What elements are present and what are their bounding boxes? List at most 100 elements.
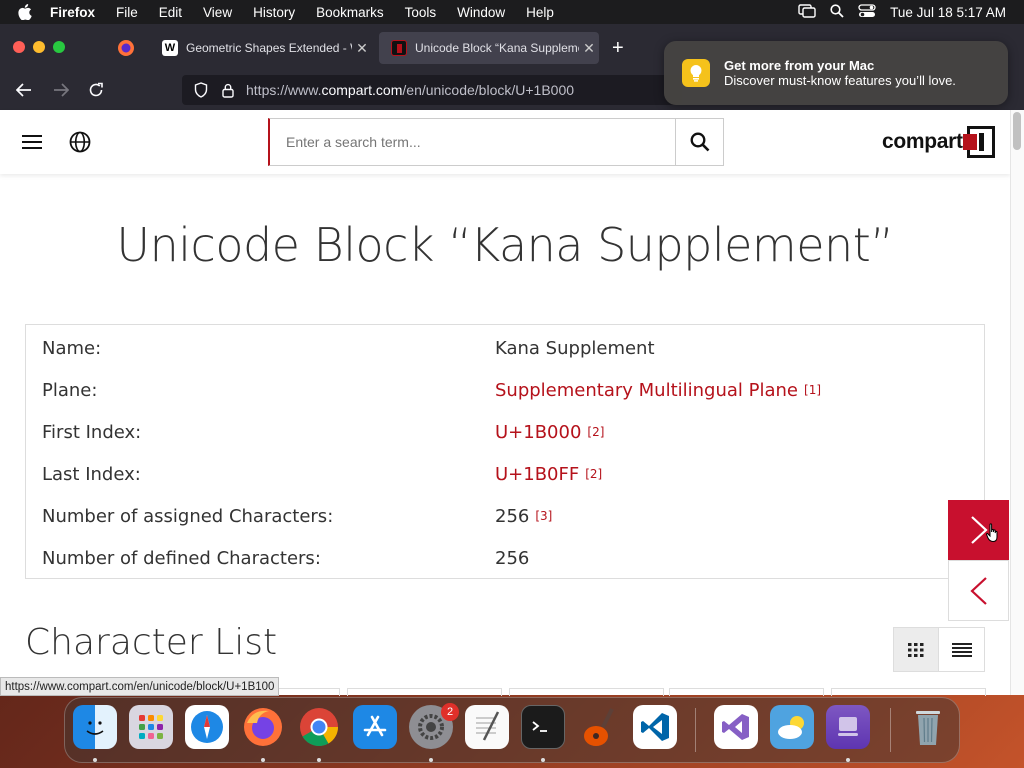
textedit-icon[interactable] [465, 705, 509, 749]
tab-kana-supplement[interactable]: Unicode Block “Kana Suppleme ✕ [379, 32, 599, 64]
menu-window[interactable]: Window [457, 5, 505, 20]
menu-help[interactable]: Help [526, 5, 554, 20]
info-value: 256 [495, 547, 530, 569]
visual-studio-icon[interactable] [714, 705, 758, 749]
firefox-icon[interactable] [241, 705, 285, 749]
terminal-icon[interactable] [521, 705, 565, 749]
lightbulb-icon [682, 59, 710, 87]
new-tab-icon[interactable]: + [612, 37, 624, 60]
simulator-icon[interactable] [826, 705, 870, 749]
character-grid-top [180, 688, 1010, 696]
url-domain: compart.com [321, 82, 403, 98]
safari-icon[interactable] [185, 705, 229, 749]
zoom-window-button[interactable] [53, 41, 65, 53]
page-title: Unicode Block “Kana Supplement” [116, 218, 894, 272]
notification-title: Get more from your Mac [724, 58, 875, 73]
site-search [268, 118, 724, 166]
info-row-first-index: First Index: U+1B000 [2] [42, 411, 604, 453]
info-value: 256 [495, 505, 530, 527]
tab-title: Geometric Shapes Extended - W [186, 41, 352, 55]
screen-mirroring-icon[interactable] [798, 3, 816, 21]
last-index-link[interactable]: U+1B0FF [495, 464, 579, 485]
first-index-link[interactable]: U+1B000 [495, 422, 581, 443]
info-label: Number of assigned Characters: [42, 505, 334, 527]
menu-file[interactable]: File [116, 5, 138, 20]
close-tab-icon[interactable]: ✕ [579, 40, 599, 57]
scrollbar-thumb[interactable] [1013, 112, 1021, 150]
app-store-icon[interactable] [353, 705, 397, 749]
address-bar[interactable]: https://www. compart.com/en/unicode/block… [182, 75, 682, 105]
reload-icon[interactable] [85, 80, 107, 100]
plane-link[interactable]: Supplementary Multilingual Plane [495, 380, 798, 401]
chevron-left-icon [969, 576, 987, 605]
url-path: /en/unicode/block/U+1B000 [402, 82, 575, 98]
notification-body: Discover must-know features you’ll love. [724, 73, 956, 88]
vscode-icon[interactable] [633, 705, 677, 749]
notification-banner[interactable]: Get more from your Mac Discover must-kno… [664, 41, 1008, 105]
trash-icon[interactable] [906, 705, 950, 749]
notification-badge: 2 [441, 703, 459, 721]
info-row-plane: Plane: Supplementary Multilingual Plane [… [42, 369, 821, 411]
globe-icon[interactable] [69, 131, 91, 158]
search-input[interactable] [270, 119, 675, 165]
grid-icon [908, 642, 924, 657]
footnote-ref[interactable]: [1] [804, 383, 821, 397]
info-value: Kana Supplement [495, 337, 655, 359]
close-window-button[interactable] [13, 41, 25, 53]
info-row-name: Name: Kana Supplement [42, 327, 655, 369]
info-label: First Index: [42, 421, 142, 443]
info-row-last-index: Last Index: U+1B0FF [2] [42, 453, 602, 495]
launchpad-icon[interactable] [129, 705, 173, 749]
info-row-assigned: Number of assigned Characters: 256 [3] [42, 495, 552, 537]
info-label: Number of defined Characters: [42, 547, 321, 569]
menu-app-name[interactable]: Firefox [50, 5, 95, 20]
lock-icon[interactable] [222, 83, 234, 98]
grid-view-button[interactable] [893, 627, 939, 672]
menu-view[interactable]: View [203, 5, 232, 20]
garageband-icon[interactable] [577, 705, 621, 749]
footnote-ref[interactable]: [2] [587, 425, 604, 439]
tab-title: Unicode Block “Kana Suppleme [415, 41, 579, 55]
minimize-window-button[interactable] [33, 41, 45, 53]
finder-icon[interactable] [73, 705, 117, 749]
url-prefix: https://www. [246, 82, 322, 98]
search-icon [690, 132, 709, 152]
link-status-bar: https://www.compart.com/en/unicode/block… [0, 677, 280, 696]
menu-history[interactable]: History [253, 5, 295, 20]
logo-mark-icon [962, 126, 995, 158]
apple-icon[interactable] [18, 4, 32, 20]
tab-geometric-shapes[interactable]: W Geometric Shapes Extended - W ✕ [150, 32, 372, 64]
character-list-heading: Character List [25, 622, 278, 663]
compart-logo[interactable]: compart [882, 124, 995, 160]
close-tab-icon[interactable]: ✕ [352, 40, 372, 57]
page-scrollbar[interactable] [1010, 110, 1024, 695]
compart-favicon-icon [391, 40, 407, 56]
footnote-ref[interactable]: [2] [585, 467, 602, 481]
menu-bookmarks[interactable]: Bookmarks [316, 5, 384, 20]
clock[interactable]: Tue Jul 18 5:17 AM [890, 5, 1006, 20]
weather-icon[interactable] [770, 705, 814, 749]
menu-tools[interactable]: Tools [405, 5, 437, 20]
hamburger-menu-icon[interactable] [22, 134, 42, 155]
list-view-button[interactable] [938, 627, 985, 672]
back-arrow-icon[interactable] [13, 80, 35, 100]
pointer-cursor-icon [986, 523, 1000, 548]
footnote-ref[interactable]: [3] [535, 509, 552, 523]
previous-block-button[interactable] [948, 560, 1009, 621]
forward-arrow-icon[interactable] [50, 80, 72, 100]
info-label: Last Index: [42, 463, 141, 485]
shield-icon[interactable] [194, 82, 208, 98]
menu-edit[interactable]: Edit [159, 5, 182, 20]
control-center-icon[interactable] [858, 3, 876, 21]
spotlight-search-icon[interactable] [830, 3, 844, 21]
logo-text: compart [882, 130, 963, 153]
search-button[interactable] [675, 119, 723, 165]
info-row-defined: Number of defined Characters: 256 [42, 537, 529, 579]
block-info-table: Name: Kana Supplement Plane: Supplementa… [25, 324, 985, 579]
info-label: Plane: [42, 379, 98, 401]
wikipedia-icon: W [162, 40, 178, 56]
menu-bar: Firefox File Edit View History Bookmarks… [0, 0, 1024, 24]
list-icon [951, 642, 972, 657]
chrome-icon[interactable] [297, 705, 341, 749]
firefox-view-icon[interactable] [117, 39, 135, 62]
